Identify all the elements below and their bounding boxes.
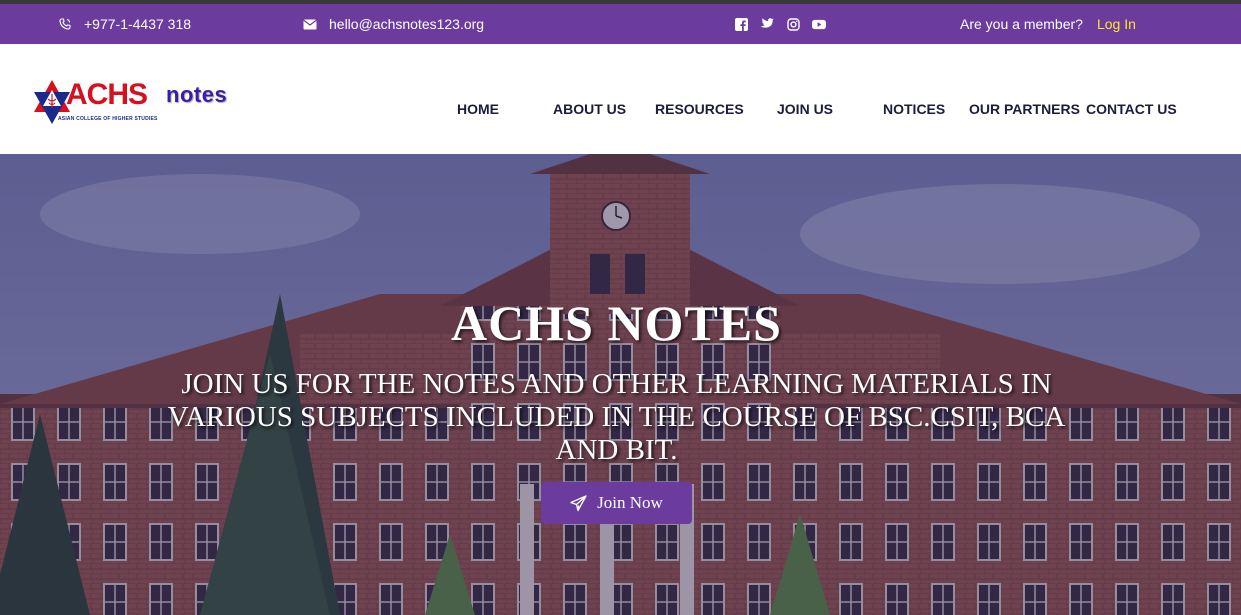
instagram-icon[interactable] — [786, 17, 800, 31]
phone-icon — [58, 17, 72, 31]
youtube-icon[interactable] — [812, 17, 826, 31]
nav-item-home[interactable]: HOME — [457, 101, 499, 117]
social-links — [734, 4, 826, 44]
member-prompt: Are you a member? — [960, 16, 1083, 32]
envelope-icon — [303, 17, 317, 31]
email-address: hello@achsnotes123.org — [329, 16, 485, 32]
nav-item-contact-us[interactable]: CONTACT US — [1086, 101, 1177, 117]
twitter-icon[interactable] — [760, 17, 774, 31]
nav-item-join-us[interactable]: JOIN US — [777, 101, 833, 117]
main-nav: HOME ABOUT US RESOURCES JOIN US NOTICES … — [0, 44, 1241, 154]
top-info-bar: +977-1-4437 318 hello@achsnotes123.org A… — [0, 4, 1241, 44]
nav-item-notices[interactable]: NOTICES — [883, 101, 945, 117]
hero-title: ACHS NOTES — [451, 295, 782, 351]
nav-item-resources[interactable]: RESOURCES — [655, 101, 744, 117]
join-now-button[interactable]: Join Now — [541, 482, 692, 524]
paper-plane-icon — [570, 494, 587, 512]
join-now-label: Join Now — [597, 493, 663, 512]
hero-banner: ACHS NOTES JOIN US FOR THE NOTES AND OTH… — [0, 154, 1241, 615]
login-link[interactable]: Log In — [1097, 16, 1136, 32]
nav-item-about-us[interactable]: ABOUT US — [553, 101, 626, 117]
phone-number: +977-1-4437 318 — [84, 16, 192, 32]
nav-item-our-partners[interactable]: OUR PARTNERS — [969, 101, 1080, 117]
hero-subtitle: JOIN US FOR THE NOTES AND OTHER LEARNING… — [167, 368, 1066, 466]
member-login: Are you a member? Log In — [960, 4, 1136, 44]
email-contact[interactable]: hello@achsnotes123.org — [303, 4, 484, 44]
phone-contact[interactable]: +977-1-4437 318 — [58, 4, 191, 44]
facebook-icon[interactable] — [734, 17, 748, 31]
